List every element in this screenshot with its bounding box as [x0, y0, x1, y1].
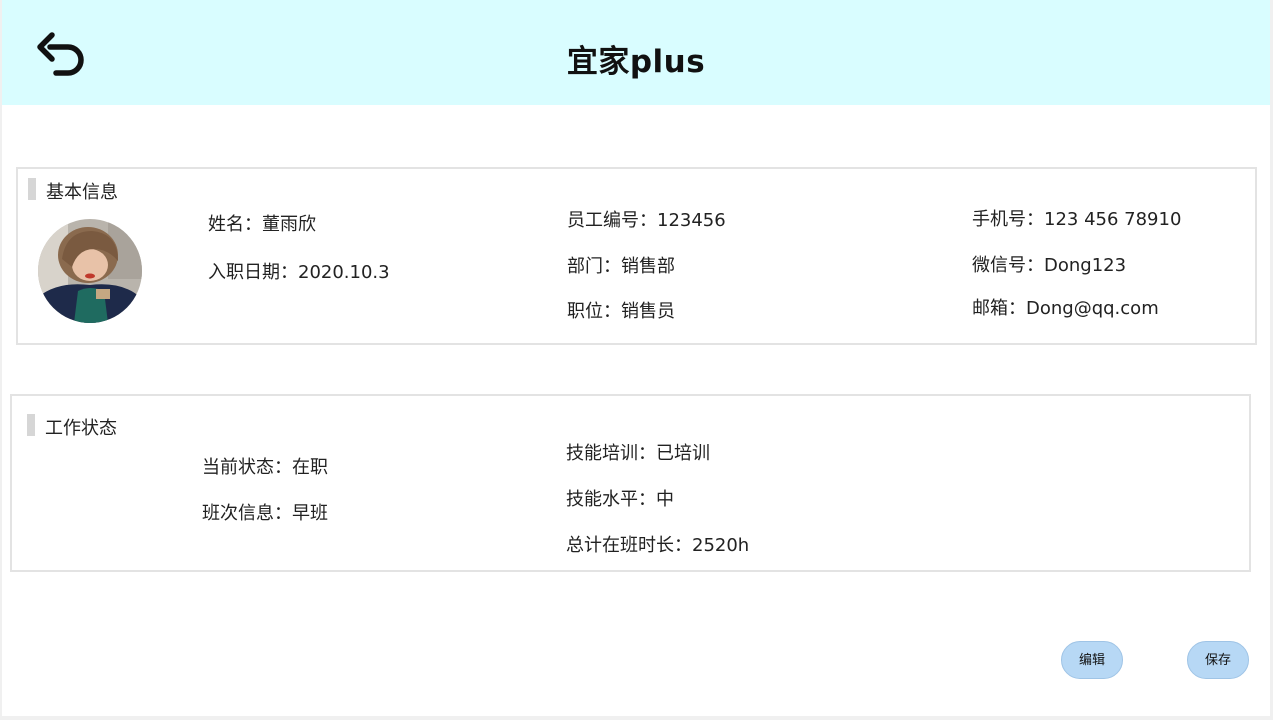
basic-info-title: 基本信息	[46, 182, 118, 203]
shift-info-field: 班次信息：早班	[202, 503, 328, 524]
app-header: 宜家plus	[2, 0, 1270, 105]
basic-info-card: 基本信息 姓名：董雨欣 入职日期：2020.10.3 员工编号：123456 部…	[16, 167, 1257, 345]
total-hours-field: 总计在班时长：2520h	[566, 535, 750, 556]
edit-button[interactable]: 编辑	[1061, 641, 1123, 679]
employee-id-field: 员工编号：123456	[567, 210, 726, 231]
position-field: 职位：销售员	[567, 301, 675, 322]
name-field: 姓名：董雨欣	[208, 214, 316, 235]
hire-date-field: 入职日期：2020.10.3	[208, 262, 390, 283]
skill-training-field: 技能培训：已培训	[566, 443, 710, 464]
skill-level-field: 技能水平：中	[566, 489, 674, 510]
current-status-field: 当前状态：在职	[202, 457, 328, 478]
department-field: 部门：销售部	[567, 256, 675, 277]
wechat-field: 微信号：Dong123	[972, 255, 1127, 276]
page-title: 宜家plus	[566, 44, 706, 80]
avatar	[38, 219, 142, 323]
email-field: 邮箱：Dong@qq.com	[972, 298, 1159, 319]
save-button[interactable]: 保存	[1187, 641, 1249, 679]
section-marker	[28, 178, 36, 200]
work-status-title: 工作状态	[45, 418, 117, 439]
page: 宜家plus 基本信息 姓名：董雨欣 入职日期：2020.10.3 员工编号：1…	[2, 0, 1270, 716]
work-status-card: 工作状态 当前状态：在职 班次信息：早班 技能培训：已培训 技能水平：中 总计在…	[10, 394, 1251, 572]
section-marker	[27, 414, 35, 436]
phone-field: 手机号：123 456 78910	[972, 209, 1182, 230]
